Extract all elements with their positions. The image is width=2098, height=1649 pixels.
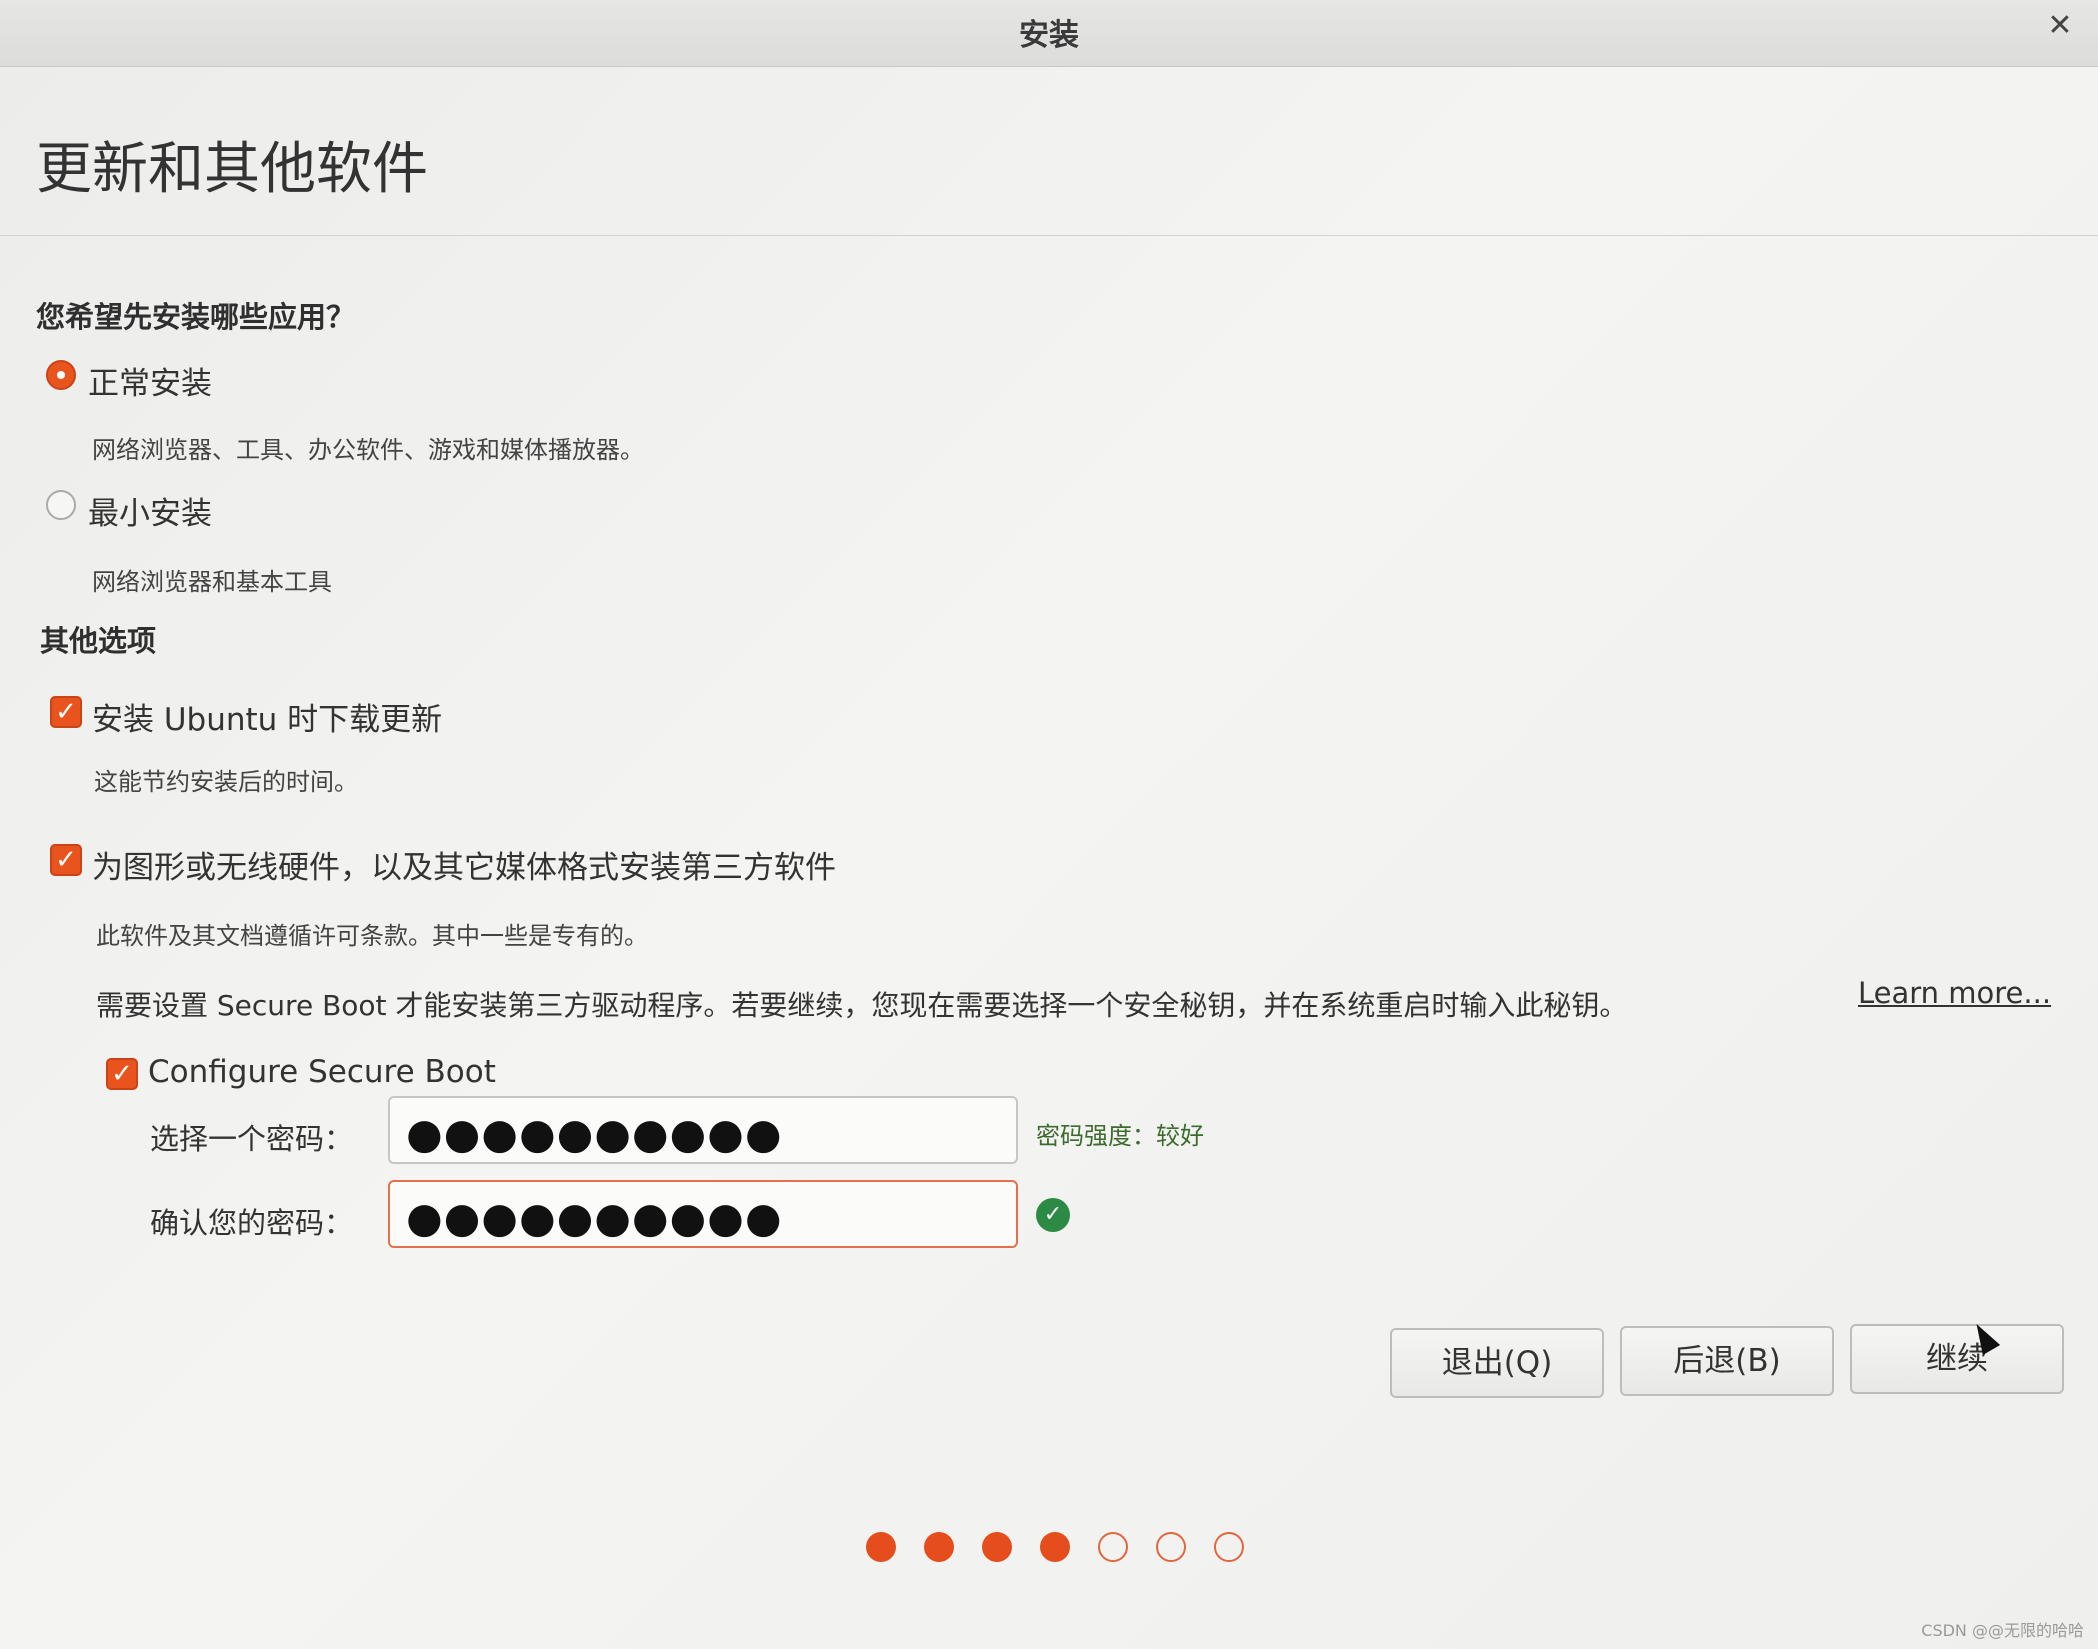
normal-install-label[interactable]: 正常安装 bbox=[88, 358, 212, 403]
third-party-label[interactable]: 为图形或无线硬件，以及其它媒体格式安装第三方软件 bbox=[92, 842, 836, 887]
learn-more-link[interactable]: Learn more... bbox=[1858, 976, 2051, 1010]
progress-dot bbox=[982, 1532, 1012, 1562]
installer-window: 安装 ✕ 更新和其他软件 您希望先安装哪些应用？ 正常安装 网络浏览器、工具、办… bbox=[0, 0, 2098, 1649]
minimal-install-label[interactable]: 最小安装 bbox=[88, 488, 212, 533]
progress-dot bbox=[1214, 1532, 1244, 1562]
password-label: 选择一个密码： bbox=[150, 1122, 354, 1156]
normal-install-description: 网络浏览器、工具、办公软件、游戏和媒体播放器。 bbox=[92, 436, 644, 464]
quit-button[interactable]: 退出(Q) bbox=[1390, 1328, 1604, 1398]
configure-secure-boot-checkbox[interactable]: ✓ bbox=[106, 1058, 138, 1090]
configure-secure-boot-label[interactable]: Configure Secure Boot bbox=[148, 1054, 496, 1090]
progress-dot bbox=[1098, 1532, 1128, 1562]
secure-boot-note: 需要设置 Secure Boot 才能安装第三方驱动程序。若要继续，您现在需要选… bbox=[96, 989, 1628, 1022]
close-icon[interactable]: ✕ bbox=[2040, 6, 2080, 46]
radio-normal-install[interactable] bbox=[46, 360, 76, 390]
other-options-heading: 其他选项 bbox=[40, 624, 157, 658]
password-input[interactable] bbox=[388, 1096, 1018, 1164]
continue-button[interactable]: 继续 bbox=[1850, 1324, 2064, 1394]
progress-dot bbox=[1040, 1532, 1070, 1562]
minimal-install-description: 网络浏览器和基本工具 bbox=[92, 568, 332, 596]
third-party-checkbox[interactable]: ✓ bbox=[50, 844, 82, 876]
watermark: CSDN @@无限的哈哈 bbox=[1921, 1621, 2084, 1640]
install-type-question: 您希望先安装哪些应用？ bbox=[36, 300, 356, 334]
check-circle-icon: ✓ bbox=[1036, 1198, 1070, 1232]
title-bar: 安装 ✕ bbox=[0, 0, 2098, 67]
progress-dot bbox=[866, 1532, 896, 1562]
third-party-description: 此软件及其文档遵循许可条款。其中一些是专有的。 bbox=[96, 922, 648, 950]
confirm-password-input[interactable] bbox=[388, 1180, 1018, 1248]
radio-minimal-install[interactable] bbox=[46, 490, 76, 520]
confirm-password-label: 确认您的密码： bbox=[150, 1206, 354, 1240]
download-updates-description: 这能节约安装后的时间。 bbox=[94, 768, 358, 796]
download-updates-checkbox[interactable]: ✓ bbox=[50, 696, 82, 728]
progress-dot bbox=[1156, 1532, 1186, 1562]
back-button[interactable]: 后退(B) bbox=[1620, 1326, 1834, 1396]
window-title: 安装 bbox=[1019, 18, 1079, 53]
download-updates-label[interactable]: 安装 Ubuntu 时下载更新 bbox=[92, 694, 442, 739]
progress-dot bbox=[924, 1532, 954, 1562]
password-strength: 密码强度：较好 bbox=[1036, 1122, 1204, 1150]
page-title: 更新和其他软件 bbox=[36, 137, 428, 202]
